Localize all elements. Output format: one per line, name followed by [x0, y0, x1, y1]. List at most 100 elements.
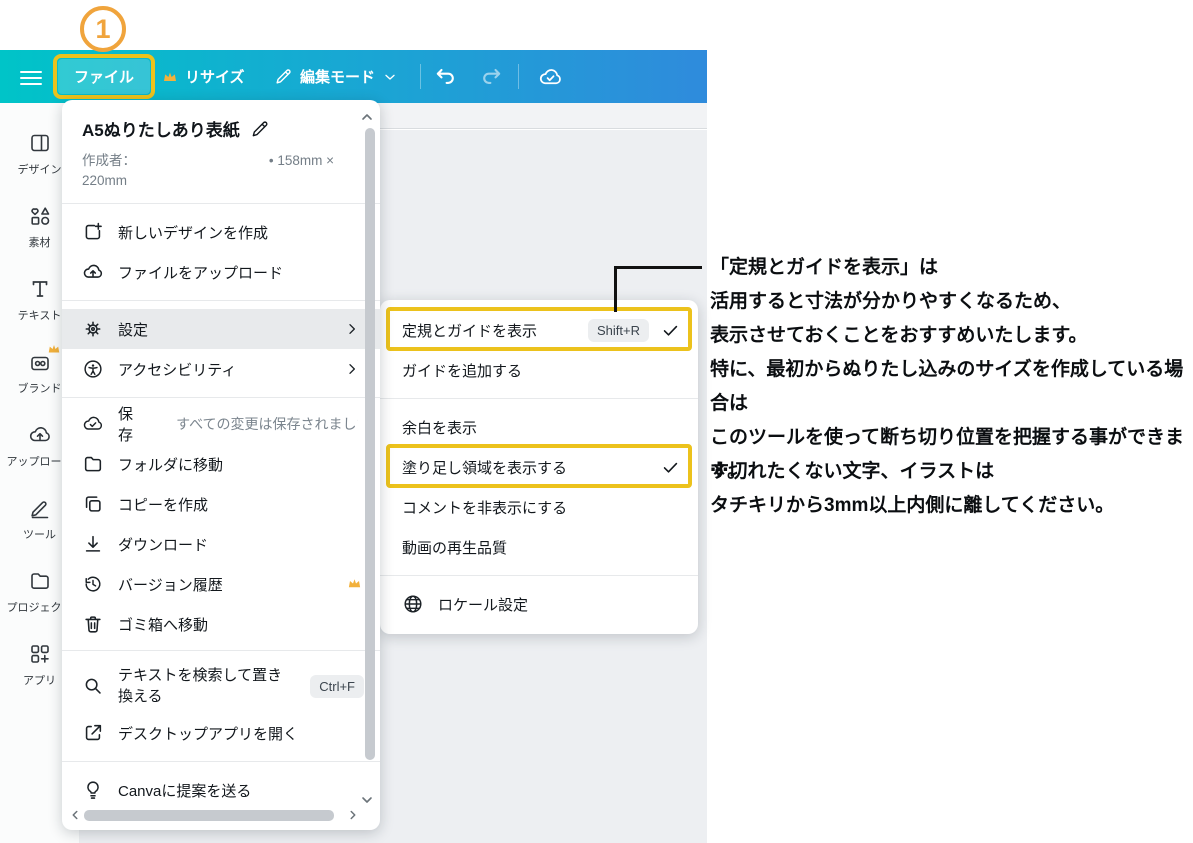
- submenu-item-locale-settings[interactable]: ロケール設定: [380, 584, 698, 624]
- resize-button[interactable]: リサイズ: [162, 50, 245, 103]
- annotation-warning: ※切れたくない文字、イラストは タチキリから3mm以上内側に離してください。: [710, 455, 1190, 523]
- chevron-right-icon: [344, 321, 360, 337]
- annotation-line: 活用すると寸法が分かりやすくなるため、: [710, 285, 1190, 319]
- design-size-part1: • 158mm ×: [269, 151, 334, 171]
- apps-grid-icon: [28, 642, 52, 666]
- design-title: A5ぬりたしあり表紙: [82, 116, 240, 141]
- lightbulb-icon: [82, 779, 104, 801]
- submenu-item-show-bleed[interactable]: 塗り足し領域を表示する: [380, 447, 698, 487]
- submenu-item-show-margins[interactable]: 余白を表示: [380, 407, 698, 447]
- submenu-item-label: ロケール設定: [438, 594, 528, 615]
- menu-item-label: ファイルをアップロード: [118, 262, 283, 283]
- annotation-connector-line: [614, 266, 702, 269]
- elements-icon: [28, 204, 52, 228]
- resize-button-label: リサイズ: [185, 66, 245, 87]
- step-number-text: 1: [95, 14, 110, 45]
- menu-item-find-and-replace[interactable]: テキストを検索して置き換える Ctrl+F: [62, 659, 380, 713]
- crown-icon: [162, 69, 178, 85]
- menu-divider: [380, 575, 698, 576]
- menu-item-accessibility[interactable]: アクセシビリティ: [62, 349, 380, 389]
- trash-icon: [82, 613, 104, 635]
- folder-icon: [28, 569, 52, 593]
- pen-tool-icon: [28, 496, 52, 520]
- submenu-item-label: コメントを非表示にする: [402, 497, 567, 518]
- search-icon: [82, 675, 104, 697]
- brand-icon: [28, 350, 52, 374]
- menu-item-label: 設定: [118, 319, 148, 340]
- undo-icon: [434, 65, 458, 89]
- horizontal-scrollbar-thumb[interactable]: [84, 810, 334, 821]
- download-icon: [82, 533, 104, 555]
- settings-submenu: 定規とガイドを表示 Shift+R ガイドを追加する 余白を表示 塗り足し領域を…: [380, 300, 698, 634]
- folder-icon: [82, 453, 104, 475]
- menu-item-move-to-trash[interactable]: ゴミ箱へ移動: [62, 604, 380, 644]
- scroll-right-arrow[interactable]: [346, 808, 360, 822]
- menu-divider: [380, 398, 698, 399]
- menu-item-label: Canvaに提案を送る: [118, 780, 251, 801]
- accessibility-icon: [82, 358, 104, 380]
- menu-item-send-suggestion[interactable]: Canvaに提案を送る: [62, 770, 380, 810]
- annotation-line: 「定規とガイドを表示」は: [710, 251, 1190, 285]
- annotation-line: ※切れたくない文字、イラストは: [710, 455, 1190, 489]
- annotation-line: 表示させておくことをおすすめいたします。: [710, 319, 1190, 353]
- hamburger-menu-icon[interactable]: [20, 67, 42, 89]
- menu-item-label: デスクトップアプリを開く: [118, 723, 298, 744]
- menu-item-label: テキストを検索して置き換える: [118, 665, 286, 707]
- check-icon: [661, 458, 680, 477]
- edit-mode-button[interactable]: 編集モード: [274, 50, 398, 103]
- submenu-item-label: 塗り足し領域を表示する: [402, 457, 567, 478]
- sidebar-item-label: ブランド: [18, 380, 62, 396]
- edit-title-icon[interactable]: [250, 119, 270, 139]
- horizontal-scrollbar[interactable]: [68, 808, 360, 822]
- vertical-scrollbar-thumb[interactable]: [365, 128, 375, 760]
- save-status-button[interactable]: [538, 65, 562, 89]
- menu-item-label: アクセシビリティ: [118, 359, 236, 380]
- copy-icon: [82, 493, 104, 515]
- menu-item-label: フォルダに移動: [118, 454, 223, 475]
- menu-item-open-desktop-app[interactable]: デスクトップアプリを開く: [62, 713, 380, 753]
- sidebar-item-label: デザイン: [18, 161, 62, 177]
- undo-button[interactable]: [434, 65, 458, 89]
- design-size-part2: 220mm: [82, 173, 127, 188]
- submenu-item-hide-comments[interactable]: コメントを非表示にする: [380, 487, 698, 527]
- file-menu-button[interactable]: ファイル: [58, 59, 150, 94]
- pencil-icon: [274, 67, 293, 86]
- menu-item-upload-file[interactable]: ファイルをアップロード: [62, 252, 380, 292]
- submenu-item-add-guides[interactable]: ガイドを追加する: [380, 350, 698, 390]
- crown-icon: [47, 342, 61, 356]
- scroll-left-arrow[interactable]: [68, 808, 82, 822]
- new-design-icon: [82, 221, 104, 243]
- annotation-connector-line: [614, 266, 617, 312]
- submenu-item-label: 余白を表示: [402, 417, 477, 438]
- menu-item-settings[interactable]: 設定: [62, 309, 380, 349]
- submenu-item-label: 定規とガイドを表示: [402, 320, 537, 341]
- annotation-note: 「定規とガイドを表示」は 活用すると寸法が分かりやすくなるため、 表示させておく…: [710, 251, 1190, 489]
- menu-item-version-history[interactable]: バージョン履歴: [62, 564, 380, 604]
- design-icon: [28, 131, 52, 155]
- file-menu-button-label: ファイル: [74, 66, 134, 87]
- history-icon: [82, 573, 104, 595]
- shortcut-badge: Shift+R: [588, 319, 649, 342]
- menu-item-create-new-design[interactable]: 新しいデザインを作成: [62, 212, 380, 252]
- sidebar-item-label: ツール: [23, 526, 56, 542]
- redo-icon: [479, 65, 503, 89]
- submenu-item-show-rulers-guides[interactable]: 定規とガイドを表示 Shift+R: [380, 310, 698, 350]
- upload-cloud-icon: [82, 261, 104, 283]
- submenu-item-video-quality[interactable]: 動画の再生品質: [380, 527, 698, 567]
- menu-item-save[interactable]: 保存 すべての変更は保存されました: [62, 404, 380, 444]
- scroll-down-arrow[interactable]: [359, 792, 375, 808]
- scroll-up-arrow[interactable]: [359, 109, 375, 125]
- menu-item-download[interactable]: ダウンロード: [62, 524, 380, 564]
- menu-item-label: ダウンロード: [118, 534, 208, 555]
- menu-item-label: ゴミ箱へ移動: [118, 614, 208, 635]
- redo-button[interactable]: [479, 65, 503, 89]
- shortcut-badge: Ctrl+F: [310, 675, 364, 698]
- upload-cloud-icon: [28, 423, 52, 447]
- check-icon: [661, 321, 680, 340]
- creator-label: 作成者：: [82, 151, 136, 171]
- menu-item-label: 保存: [118, 403, 146, 445]
- menu-item-move-to-folder[interactable]: フォルダに移動: [62, 444, 380, 484]
- file-menu-header: A5ぬりたしあり表紙 作成者： • 158mm × 220mm: [62, 100, 380, 203]
- menu-item-make-copy[interactable]: コピーを作成: [62, 484, 380, 524]
- gear-icon: [82, 318, 104, 340]
